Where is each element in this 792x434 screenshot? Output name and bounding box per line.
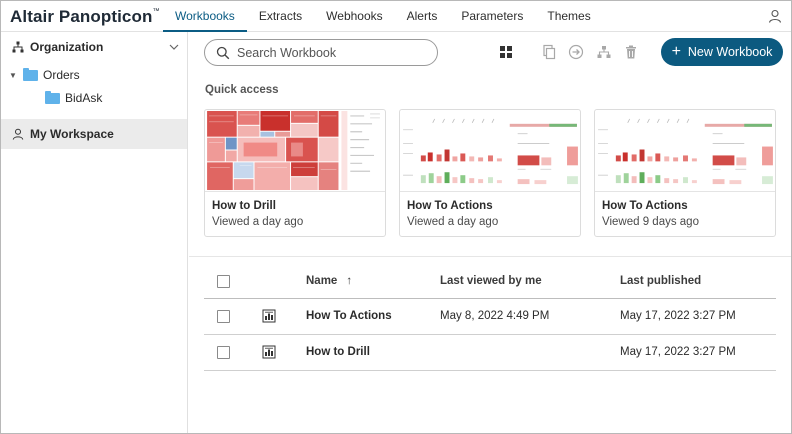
column-header-last-published[interactable]: Last published [620,264,701,299]
column-header-last-viewed[interactable]: Last viewed by me [440,264,542,299]
card-title: How To Actions [602,200,688,212]
tab-alerts[interactable]: Alerts [395,1,450,32]
move-icon[interactable] [568,44,584,60]
caret-down-icon[interactable]: ▼ [8,71,18,80]
hierarchy-icon[interactable] [596,44,612,60]
row-checkbox[interactable] [217,346,230,359]
workbook-icon [262,309,276,323]
folder-label: BidAsk [65,91,103,105]
folder-icon [45,90,60,104]
workbook-icon [262,345,276,359]
search-icon [216,46,230,60]
select-all-checkbox[interactable] [217,275,230,288]
folder-label: Orders [43,68,80,82]
workbook-name[interactable]: How To Actions [306,299,392,334]
sort-ascending-icon[interactable]: ↑ [346,275,352,287]
workbook-thumbnail [205,110,385,192]
top-navigation-bar: Altair Panopticon™ Workbooks Extracts We… [1,1,791,32]
tab-parameters[interactable]: Parameters [449,1,535,32]
quick-access-title: Quick access [205,84,279,96]
chevron-down-icon[interactable] [169,44,179,50]
card-title: How to Drill [212,200,276,212]
new-workbook-button[interactable]: + New Workbook [661,38,783,66]
my-workspace-label: My Workspace [30,127,114,141]
grid-view-icon[interactable] [498,44,514,60]
sidebar-item-organization[interactable]: Organization [1,33,187,61]
last-viewed: May 8, 2022 4:49 PM [440,310,550,322]
organization-label: Organization [30,40,104,54]
table-row[interactable]: How To Actions May 8, 2022 4:49 PM May 1… [204,299,776,335]
workbook-card[interactable]: How To Actions Viewed a day ago [399,109,581,237]
card-subtitle: Viewed a day ago [212,216,304,228]
folder-icon [23,67,38,81]
card-subtitle: Viewed a day ago [407,216,499,228]
app-logo: Altair Panopticon™ [10,7,160,26]
column-header-name[interactable]: Name ↑ [306,264,352,299]
workbook-thumbnail [595,110,775,192]
section-divider [189,256,791,257]
hierarchy-icon [12,41,24,53]
table-row[interactable]: How to Drill May 17, 2022 3:27 PM [204,335,776,371]
sidebar: Organization ▼ Orders BidAsk My Workspac… [1,32,188,433]
card-title: How To Actions [407,200,493,212]
main-tabs: Workbooks Extracts Webhooks Alerts Param… [163,1,603,32]
workbook-card[interactable]: How to Drill Viewed a day ago [204,109,386,237]
workbook-name[interactable]: How to Drill [306,335,370,370]
workbook-card[interactable]: How To Actions Viewed 9 days ago [594,109,776,237]
search-box[interactable] [204,39,438,66]
sidebar-folder-bidask[interactable]: BidAsk [1,84,187,112]
workbook-thumbnail [400,110,580,192]
table-header: Name ↑ Last viewed by me Last published [204,264,776,299]
tab-workbooks[interactable]: Workbooks [163,1,247,32]
card-subtitle: Viewed 9 days ago [602,216,699,228]
delete-icon[interactable] [623,44,639,60]
sidebar-item-my-workspace[interactable]: My Workspace [1,119,187,149]
tab-themes[interactable]: Themes [535,1,602,32]
column-name-label: Name [306,275,338,287]
plus-icon: + [671,43,681,60]
tab-webhooks[interactable]: Webhooks [314,1,394,32]
copy-icon[interactable] [541,44,557,60]
search-input[interactable] [237,45,427,61]
last-published: May 17, 2022 3:27 PM [620,346,736,358]
last-published: May 17, 2022 3:27 PM [620,310,736,322]
row-checkbox[interactable] [217,310,230,323]
user-icon[interactable] [768,9,782,23]
new-workbook-label: New Workbook [687,45,773,59]
user-icon [12,128,24,140]
tab-extracts[interactable]: Extracts [247,1,314,32]
